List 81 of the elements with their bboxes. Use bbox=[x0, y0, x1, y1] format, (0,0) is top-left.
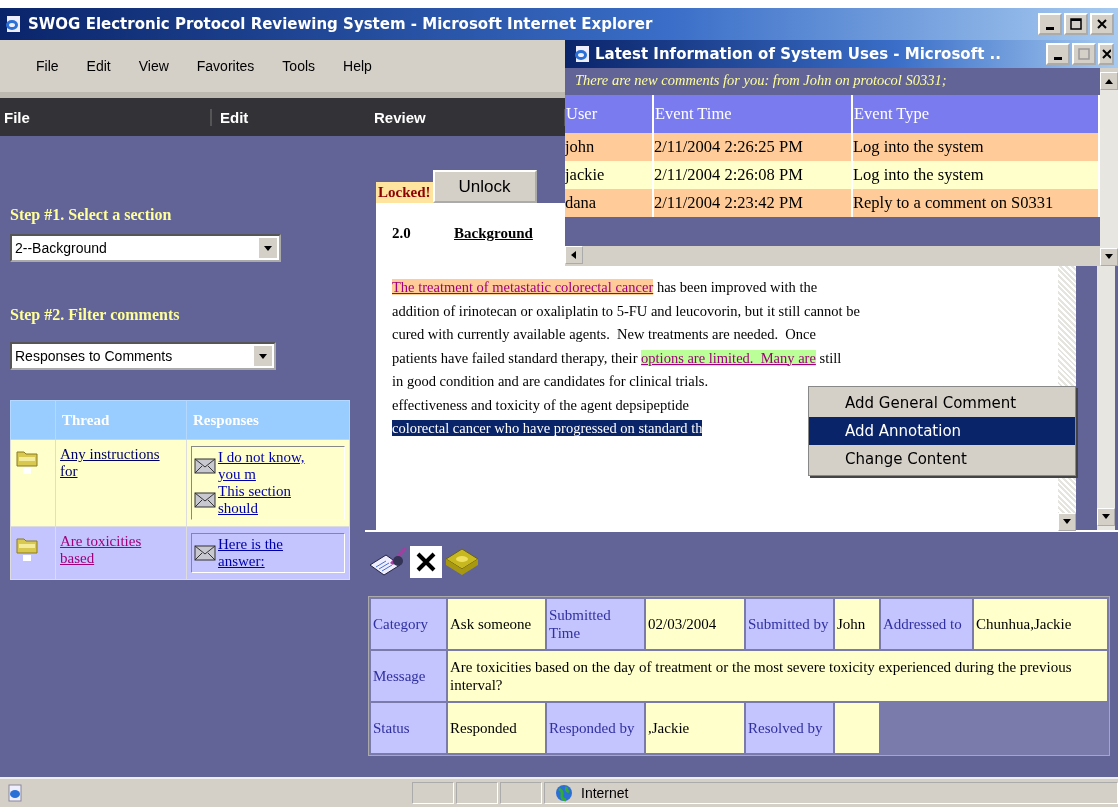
minimize-button[interactable] bbox=[1046, 43, 1070, 65]
minimize-icon bbox=[1054, 56, 1062, 60]
window-title: Latest Information of System Uses - Microsoft .. bbox=[595, 45, 1001, 63]
scroll-down-icon bbox=[1104, 253, 1114, 261]
section-select[interactable]: 2--Background bbox=[10, 234, 281, 262]
field-value: 02/03/2004 bbox=[646, 599, 744, 649]
envelope-icon bbox=[194, 458, 216, 474]
field-label: Resolved by bbox=[746, 703, 833, 753]
maximize-icon bbox=[1070, 18, 1082, 30]
scrollbar[interactable] bbox=[1100, 72, 1118, 266]
envelope-icon bbox=[194, 492, 216, 508]
globe-icon bbox=[555, 784, 573, 802]
response-link[interactable]: I do not know, you m bbox=[218, 449, 328, 483]
table-cell: dana bbox=[565, 189, 653, 217]
filter-select[interactable]: Responses to Comments bbox=[10, 342, 276, 370]
field-label: Submitted Time bbox=[547, 599, 644, 649]
step-heading: Step #2. Filter comments bbox=[10, 306, 180, 324]
unlock-button[interactable]: Unlock bbox=[432, 170, 537, 203]
context-menu-item[interactable]: Add General Comment bbox=[809, 389, 1075, 417]
field-value: Ask someone bbox=[448, 599, 545, 649]
field-value: Responded bbox=[448, 703, 545, 753]
page-icon bbox=[6, 784, 24, 802]
table-cell: 2/11/2004 2:23:42 PM bbox=[653, 189, 852, 217]
minimize-button[interactable] bbox=[1038, 13, 1062, 35]
maximize-button[interactable] bbox=[1064, 13, 1088, 35]
scrollbar[interactable] bbox=[565, 246, 1100, 266]
field-label: Status bbox=[371, 703, 446, 753]
annotated-text-link[interactable]: The treatment of metastatic colorectal cancer bbox=[392, 279, 654, 295]
table-header: Thread bbox=[55, 400, 187, 440]
field-label: Message bbox=[371, 651, 446, 701]
maximize-icon bbox=[1078, 48, 1090, 60]
table-header: Responses bbox=[186, 400, 350, 440]
table-header: Event Type bbox=[852, 95, 1099, 133]
minimize-icon bbox=[1046, 26, 1054, 30]
thread-row[interactable]: Are toxicities based Here is the answer: bbox=[10, 526, 350, 580]
status-pane bbox=[500, 782, 542, 804]
menu-item[interactable]: Favorites bbox=[182, 56, 269, 76]
context-menu-item[interactable]: Change Content bbox=[809, 445, 1075, 473]
window-title: SWOG Electronic Protocol Reviewing System - Microsoft Internet Explorer bbox=[28, 15, 653, 33]
browser-icon bbox=[4, 15, 22, 33]
field-label: Category bbox=[371, 599, 446, 649]
envelope-icon bbox=[194, 545, 216, 561]
close-button[interactable] bbox=[1098, 43, 1114, 65]
field-value: ,Jackie bbox=[646, 703, 744, 753]
app-menu-item[interactable]: Edit bbox=[212, 108, 362, 126]
thread-row[interactable]: Any instructions for I do not know, you m This section should bbox=[10, 439, 350, 527]
field-value: Chunhua,Jackie bbox=[974, 599, 1107, 649]
menu-item[interactable]: Help bbox=[329, 56, 386, 76]
field-label: Addressed to bbox=[881, 599, 972, 649]
table-header: User bbox=[565, 95, 653, 133]
status-pane bbox=[456, 782, 498, 804]
browser-icon bbox=[573, 45, 591, 63]
close-icon bbox=[1101, 48, 1111, 60]
empty-field bbox=[835, 703, 879, 753]
app-menu-item[interactable]: File bbox=[0, 108, 212, 126]
menu-item[interactable]: Tools bbox=[268, 56, 330, 76]
field-value: John bbox=[835, 599, 879, 649]
scroll-left-icon bbox=[570, 250, 578, 260]
context-menu-item[interactable]: Add Annotation bbox=[809, 417, 1075, 445]
scroll-up-icon bbox=[1104, 77, 1114, 85]
close-button[interactable] bbox=[1090, 13, 1114, 35]
menu-item[interactable]: Edit bbox=[72, 56, 125, 76]
zone-label: Internet bbox=[581, 785, 629, 801]
scroll-down-icon bbox=[1062, 518, 1072, 526]
x-icon[interactable] bbox=[410, 546, 442, 578]
lock-status: Locked! bbox=[376, 182, 433, 203]
close-icon bbox=[1096, 18, 1108, 30]
status-pane bbox=[412, 782, 454, 804]
table-header: Event Time bbox=[653, 95, 852, 133]
message-text: Are toxicities based on the day of treatment or the most severe toxicity experienced during the previous interval? bbox=[448, 651, 1107, 701]
notice-text: There are new comments for you: from John on protocol S0331; bbox=[574, 71, 948, 90]
table-header bbox=[10, 400, 56, 440]
annotated-text-link[interactable]: options are limited. Many are bbox=[641, 349, 816, 366]
response-link[interactable]: This section should bbox=[218, 483, 328, 517]
menu-item[interactable]: View bbox=[124, 56, 183, 76]
section-heading: 2.0 Background bbox=[392, 225, 534, 242]
field-label: Responded by bbox=[547, 703, 644, 753]
scroll-down-icon bbox=[1101, 513, 1111, 521]
step-heading: Step #1. Select a section bbox=[10, 206, 172, 224]
field-label: Submitted by bbox=[746, 599, 833, 649]
menu-item[interactable]: File bbox=[22, 56, 73, 76]
